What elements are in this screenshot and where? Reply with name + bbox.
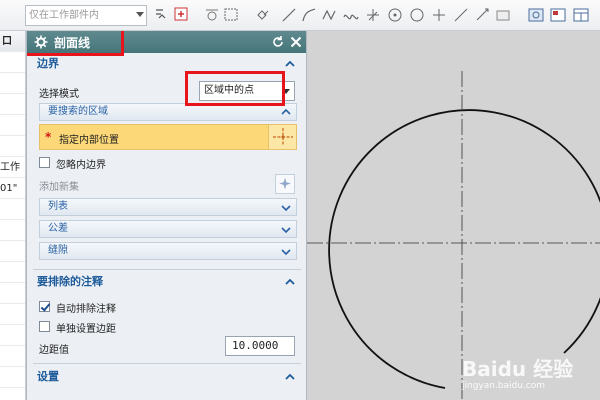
list-item[interactable] [0,241,25,262]
baidu-watermark: Baidu 经验 [462,357,574,381]
graphics-window[interactable] [307,31,600,400]
window-icon[interactable] [572,6,590,24]
list-item[interactable] [0,220,25,241]
list-item[interactable] [0,325,25,346]
spline-icon[interactable] [342,6,360,24]
list-item[interactable] [0,136,25,157]
settings-section-header[interactable]: 设置 [33,367,301,387]
circle-arc [328,109,600,389]
select-mode-label: 选择模式 [39,89,79,100]
margin-value-label: 边距值 [39,345,69,356]
list-item[interactable] [0,115,25,136]
auto-exclude-label: 自动排除注释 [56,304,116,315]
line-icon[interactable] [280,6,298,24]
exclude-annotations-section-header[interactable]: 要排除的注释 [33,272,301,292]
gap-group[interactable]: 缝隙 [39,242,297,260]
list-item[interactable] [0,94,25,115]
list-item[interactable] [0,73,25,94]
point-on-curve-icon[interactable] [173,6,191,24]
select-mode-value: 区域中的点 [204,85,254,96]
selection-scope-value: 仅在工作部件内 [29,10,99,21]
circle-point-icon[interactable] [408,6,426,24]
auto-exclude-checkbox[interactable] [39,301,50,312]
eraser-icon[interactable] [494,6,512,24]
chevron-up-icon [281,108,291,115]
chevron-up-icon [285,60,295,67]
plus-point-icon[interactable] [430,6,448,24]
chevron-down-icon [282,89,290,94]
ignore-inner-boundary-checkbox[interactable] [39,157,50,168]
boundary-section-header[interactable]: 边界 [33,54,301,74]
reset-icon[interactable] [270,34,286,50]
point-dialog-icon[interactable] [268,125,296,149]
top-toolbar: 仅在工作部件内 [0,0,600,31]
point-icon[interactable] [474,6,492,24]
tangent-icon[interactable] [452,6,470,24]
list-item[interactable]: 01" [0,178,25,199]
chevron-down-icon [281,205,291,212]
rectangle-select-icon[interactable] [222,6,240,24]
search-region-group[interactable]: 要搜索的区域 [39,103,297,121]
list-item[interactable] [0,52,25,73]
specify-point-label: 指定内部位置 [59,135,119,146]
grid-points-icon[interactable] [255,6,273,24]
list-item[interactable] [0,367,25,388]
boundary-header-label: 边界 [37,57,59,70]
required-icon: * [45,130,52,144]
perpendicular-icon[interactable] [364,6,382,24]
list-item[interactable] [0,199,25,220]
close-icon[interactable] [288,34,304,50]
list-label: 列表 [48,201,68,212]
baidu-watermark-url: jingyan.baidu.com [462,381,546,391]
margin-value-input[interactable]: 10.0000 [225,336,295,356]
chevron-up-icon [285,373,295,380]
snap-point-icon[interactable] [153,6,171,24]
circle-drawing [307,71,600,400]
list-item[interactable] [0,283,25,304]
search-region-label: 要搜索的区域 [48,106,108,117]
chevron-up-icon [285,278,295,285]
tolerance-label: 公差 [48,223,68,234]
individual-margin-checkbox[interactable] [39,321,50,332]
specify-interior-point-row[interactable]: * 指定内部位置 [39,124,297,150]
section-divider [33,269,301,270]
dialog-titlebar[interactable]: 剖面线 [27,31,306,53]
list-item[interactable] [0,262,25,283]
view-icon[interactable] [527,6,545,24]
add-new-set-label: 添加新集 [39,182,79,193]
list-item[interactable]: 工作 [0,157,25,178]
ignore-inner-boundary-label: 忽略内边界 [56,160,106,171]
individual-margin-label: 单独设置边距 [56,324,116,335]
tolerance-group[interactable]: 公差 [39,220,297,238]
select-mode-dropdown[interactable]: 区域中的点 [199,81,295,101]
layout-icon[interactable] [549,6,567,24]
tangent-snap-icon[interactable] [203,6,221,24]
circle-center-icon[interactable] [386,6,404,24]
arc-icon[interactable] [300,6,318,24]
list-item[interactable] [0,304,25,325]
chevron-down-icon [281,249,291,256]
sparkle-add-icon [279,177,291,190]
selection-scope-combo[interactable]: 仅在工作部件内 [25,5,147,26]
chevron-down-icon [136,12,144,17]
curve-icon[interactable] [320,6,338,24]
gear-icon [34,35,48,49]
list-item[interactable] [0,346,25,367]
part-navigator-strip: 口 工作 01" [0,31,26,400]
settings-header-label: 设置 [37,370,59,383]
section-line-dialog: 剖面线 边界 选择模式 区域中的点 要搜索的区域 * 指定内部位置 忽略内边界 [26,31,307,400]
navigator-header[interactable]: 口 [0,31,25,52]
section-divider [33,363,301,364]
gap-label: 缝隙 [48,245,68,256]
chevron-down-icon [281,227,291,234]
list-group[interactable]: 列表 [39,198,297,216]
dialog-title: 剖面线 [54,36,91,50]
exclude-header-label: 要排除的注释 [37,275,103,288]
add-new-set-button[interactable] [275,174,295,194]
